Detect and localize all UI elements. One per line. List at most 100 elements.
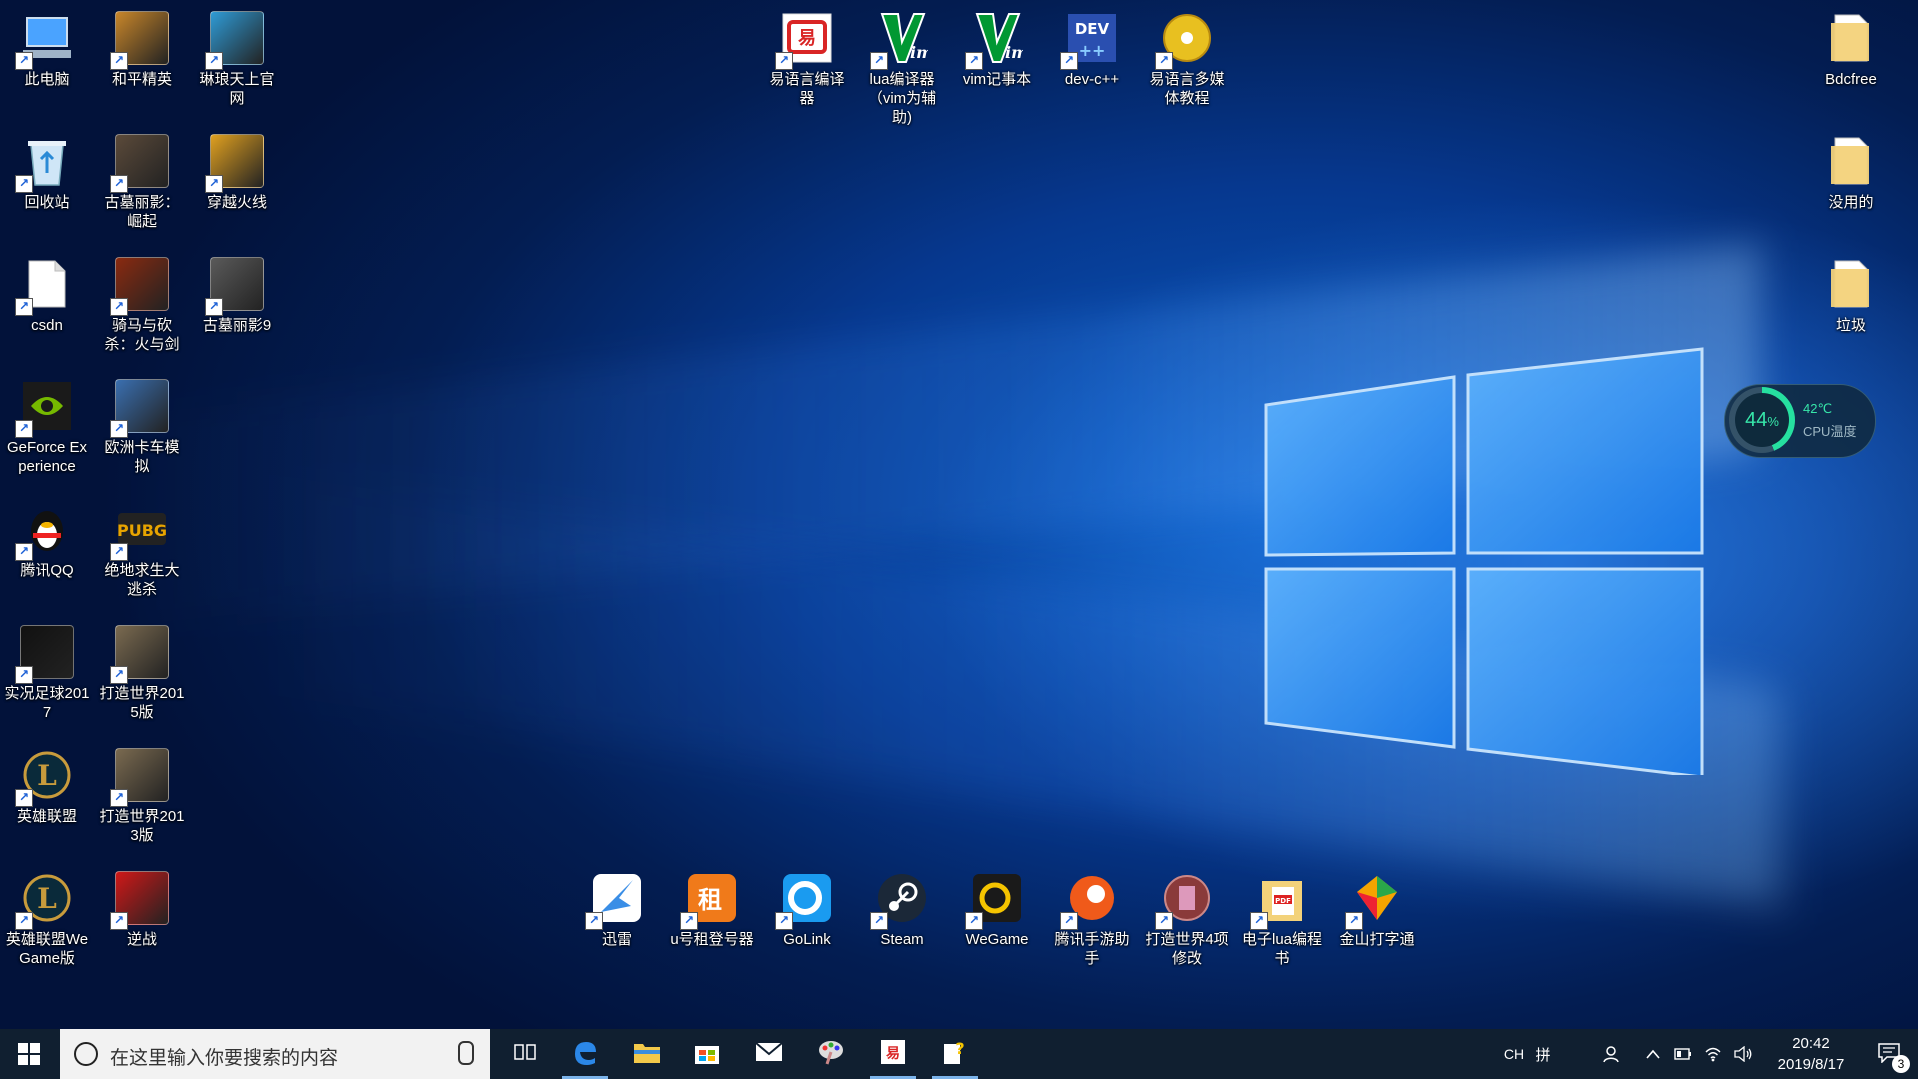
desktop-shortcut[interactable]: ↗ 古墓丽影9 [192, 250, 282, 335]
people-icon[interactable] [1596, 1029, 1626, 1079]
shortcut-arrow-icon: ↗ [110, 52, 128, 70]
desktop-shortcut[interactable]: ↗ WeGame [952, 864, 1042, 949]
desktop-shortcut[interactable]: ↗ 琳琅天上官网 [192, 4, 282, 108]
shortcut-arrow-icon: ↗ [1345, 912, 1363, 930]
desktop-shortcut[interactable]: ↗ 腾讯QQ [2, 495, 92, 580]
desktop-shortcut[interactable]: 垃圾 [1806, 250, 1896, 335]
help-tool-icon: ? [942, 1038, 968, 1071]
shortcut-arrow-icon: ↗ [1155, 52, 1173, 70]
desktop-shortcut[interactable]: ↗ 穿越火线 [192, 127, 282, 212]
cpu-monitor-widget[interactable]: 44% 42℃ CPU温度 [1724, 384, 1876, 458]
action-center-button[interactable]: 3 [1866, 1029, 1918, 1079]
desktop-shortcut[interactable]: L ↗ 英雄联盟 [2, 741, 92, 826]
clock-date: 2019/8/17 [1777, 1056, 1845, 1073]
svg-text:易: 易 [886, 1046, 900, 1062]
search-box[interactable]: 在这里输入你要搜索的内容 [60, 1029, 490, 1079]
tencent-mobile-icon: ↗ [1060, 868, 1122, 930]
game-icon: ↗ [205, 254, 267, 316]
typing-icon: ↗ [1345, 868, 1407, 930]
desktop-shortcut[interactable]: PDF ↗ 电子lua编程书 [1237, 864, 1327, 968]
desktop-shortcut-label: 腾讯QQ [20, 562, 74, 579]
desktop-shortcut[interactable]: ↗ 逆战 [97, 864, 187, 949]
desktop-shortcut-label: GoLink [783, 931, 831, 948]
shortcut-arrow-icon: ↗ [775, 52, 793, 70]
desktop-shortcut[interactable]: DEV ++ ↗ dev-c++ [1047, 4, 1137, 89]
desktop-shortcut[interactable]: ↗ 打造世界2013版 [97, 741, 187, 845]
desktop-shortcut-label: 英雄联盟WeGame版 [5, 931, 89, 967]
desktop-shortcut[interactable]: ↗ 迅雷 [572, 864, 662, 949]
shortcut-arrow-icon: ↗ [870, 912, 888, 930]
desktop-shortcut-label: 逆战 [126, 931, 157, 948]
desktop-shortcut[interactable]: ↗ 打造世界4项修改 [1142, 864, 1232, 968]
desktop-shortcut-label: Bdcfree [1825, 71, 1877, 88]
taskbar-button-paint[interactable] [802, 1029, 860, 1079]
desktop-shortcut-label: 古墓丽影：崛起 [104, 194, 180, 230]
desktop-shortcut[interactable]: ↗ 打造世界2015版 [97, 618, 187, 722]
desktop-shortcut-label: 琳琅天上官网 [199, 71, 275, 107]
desktop-shortcut[interactable]: 租 ↗ u号租登号器 [667, 864, 757, 949]
taskbar-button-task-view[interactable] [496, 1029, 554, 1079]
input-language-indicator[interactable]: CH [1500, 1029, 1528, 1079]
desktop-shortcut[interactable]: 易 ↗ 易语言编译器 [762, 4, 852, 108]
desktop-shortcut-label: 回收站 [24, 194, 70, 211]
desktop-shortcut[interactable]: ↗ GoLink [762, 864, 852, 949]
taskbar-button-file-explorer[interactable] [618, 1029, 676, 1079]
desktop-shortcut[interactable]: ↗ 古墓丽影：崛起 [97, 127, 187, 231]
desktop-shortcut[interactable]: ↗ Steam [857, 864, 947, 949]
shortcut-arrow-icon: ↗ [1155, 912, 1173, 930]
cortana-icon[interactable] [74, 1042, 98, 1066]
desktop-shortcut[interactable]: PUBG ↗ 绝地求生大逃杀 [97, 495, 187, 599]
desktop-shortcut[interactable]: ↗ 此电脑 [2, 4, 92, 89]
pdf-icon: PDF ↗ [1250, 868, 1312, 930]
shortcut-arrow-icon: ↗ [110, 789, 128, 807]
shortcut-arrow-icon: ↗ [110, 666, 128, 684]
shortcut-arrow-icon: ↗ [110, 543, 128, 561]
volume-icon[interactable] [1730, 1029, 1756, 1079]
shortcut-arrow-icon: ↗ [110, 298, 128, 316]
wifi-icon[interactable] [1700, 1029, 1726, 1079]
start-button[interactable] [0, 1029, 58, 1079]
taskbar-button-edge[interactable] [556, 1029, 614, 1079]
game-icon: ↗ [110, 868, 172, 930]
desktop-shortcut[interactable]: 没用的 [1806, 127, 1896, 212]
desktop-shortcut[interactable]: ↗ 和平精英 [97, 4, 187, 89]
game-icon: ↗ [110, 376, 172, 438]
desktop-shortcut-label: 打造世界2013版 [99, 808, 185, 844]
desktop-shortcut[interactable]: ↗ GeForce Experience [2, 372, 92, 476]
desktop-shortcut[interactable]: ↗ csdn [2, 250, 92, 335]
desktop-shortcut[interactable]: ↗ 骑马与砍杀：火与剑 [97, 250, 187, 354]
people-glyph-icon [1603, 1046, 1619, 1063]
battery-icon[interactable] [1670, 1029, 1696, 1079]
desktop-shortcut[interactable]: ↗ 金山打字通 [1332, 864, 1422, 949]
edge-icon [571, 1038, 599, 1071]
desktop-shortcut[interactable]: im ↗vim记事本 [952, 4, 1042, 89]
desktop-shortcut-label: 打造世界4项修改 [1145, 931, 1229, 967]
taskbar-button-eyuyan[interactable]: 易 [864, 1029, 922, 1079]
microphone-icon[interactable] [458, 1041, 474, 1065]
svg-text:im: im [910, 43, 928, 62]
taskbar-button-store[interactable] [678, 1029, 736, 1079]
desktop-shortcut[interactable]: ↗ 腾讯手游助手 [1047, 864, 1137, 968]
desktop-shortcut[interactable]: ↗ 回收站 [2, 127, 92, 212]
shortcut-arrow-icon: ↗ [15, 420, 33, 438]
desktop-shortcut[interactable]: Bdcfree [1806, 4, 1896, 89]
system-clock[interactable]: 20:42 2019/8/17 [1756, 1033, 1866, 1075]
shortcut-arrow-icon: ↗ [870, 52, 888, 70]
desktop-shortcut[interactable]: ↗ 欧洲卡车模拟 [97, 372, 187, 476]
desktop-shortcut[interactable]: L ↗ 英雄联盟WeGame版 [2, 864, 92, 968]
svg-text:租: 租 [698, 886, 722, 914]
desktop-shortcut[interactable]: ↗ 实况足球2017 [2, 618, 92, 722]
taskbar-button-mail[interactable] [740, 1029, 798, 1079]
desktop-shortcut-label: 和平精英 [111, 71, 172, 88]
task-view-icon [514, 1042, 536, 1067]
game-icon: ↗ [110, 131, 172, 193]
taskbar-button-help-tool[interactable]: ? [926, 1029, 984, 1079]
ime-mode-indicator[interactable]: 拼 [1528, 1029, 1558, 1079]
desktop-shortcut-label: lua编译器（vim为辅助) [867, 71, 937, 126]
shortcut-arrow-icon: ↗ [585, 912, 603, 930]
desktop-shortcut[interactable]: ↗ 易语言多媒体教程 [1142, 4, 1232, 108]
xunlei-icon: ↗ [585, 868, 647, 930]
show-hidden-icons-chevron-icon[interactable] [1640, 1029, 1666, 1079]
desktop-shortcut-label: Steam [880, 931, 924, 948]
desktop-shortcut[interactable]: im ↗lua编译器（vim为辅助) [857, 4, 947, 127]
